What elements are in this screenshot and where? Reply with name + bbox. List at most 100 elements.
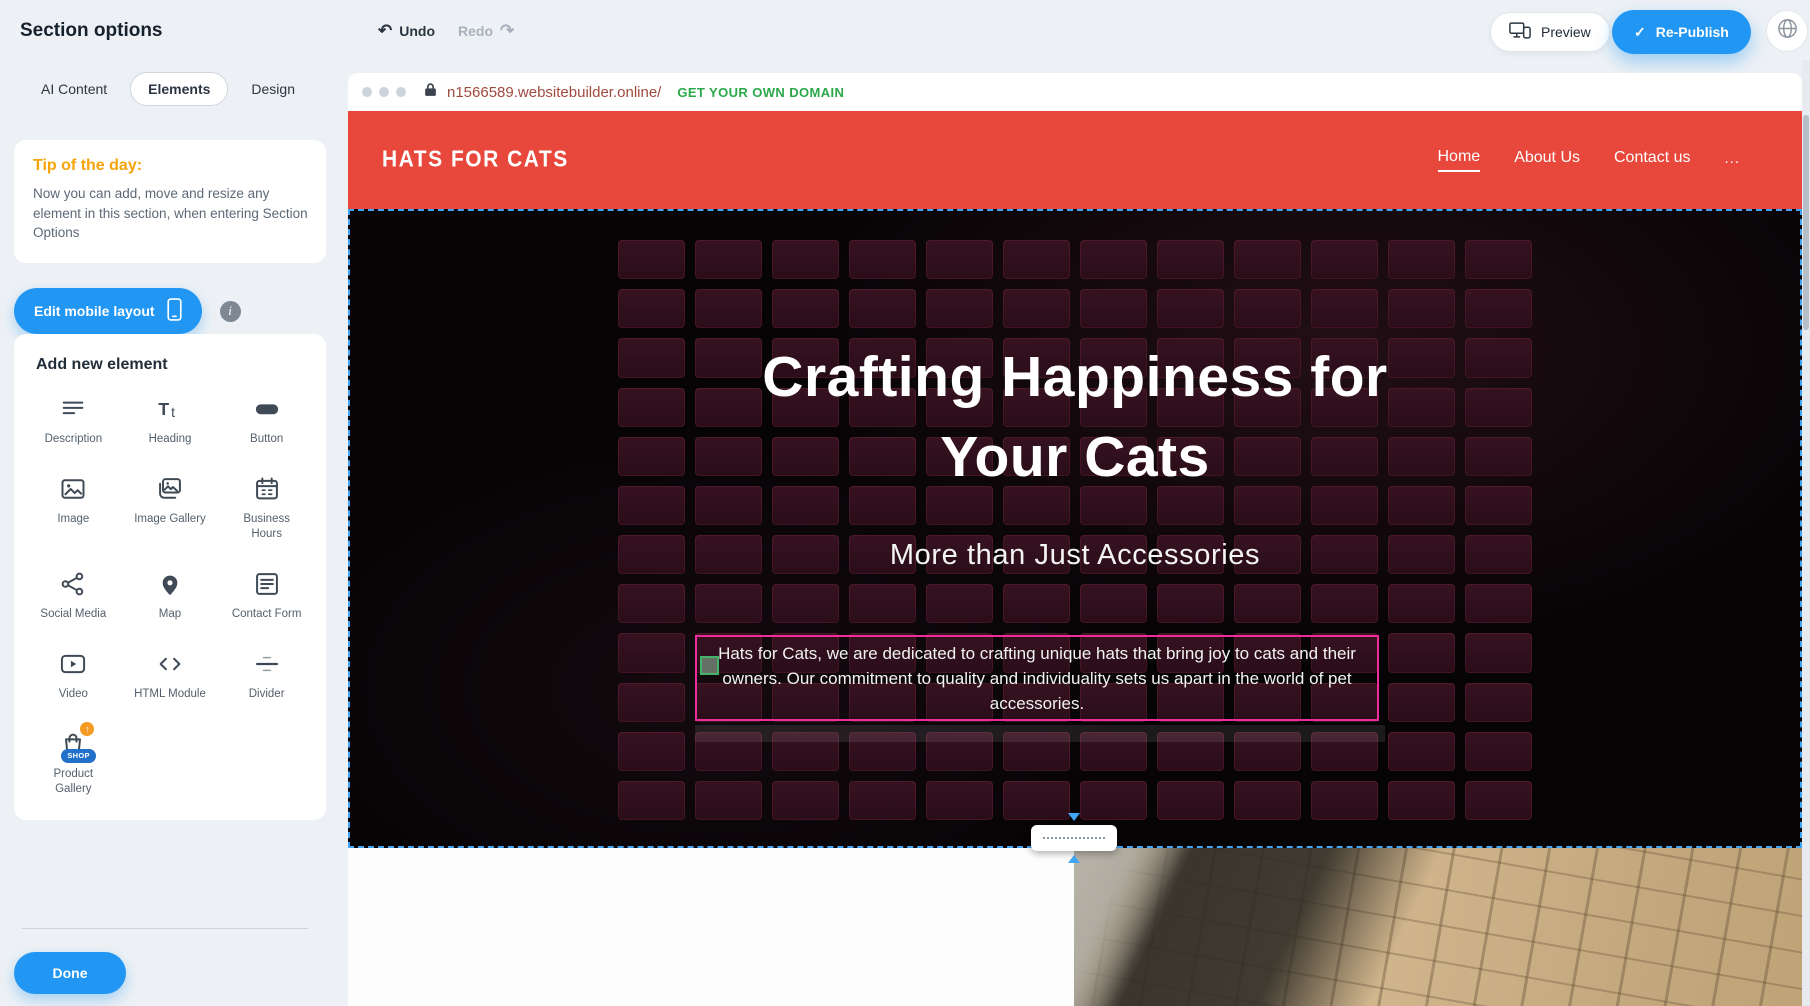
upgrade-arrow-badge: ↑: [80, 722, 94, 736]
site-logo[interactable]: Hats for Cats: [382, 147, 569, 174]
hero-tile: [1311, 781, 1378, 820]
hero-tile: [1465, 289, 1532, 328]
hero-tile: [1003, 240, 1070, 279]
site-url: n1566589.websitebuilder.online/: [447, 84, 661, 101]
hero-section[interactable]: Crafting Happiness for Your Cats More th…: [348, 209, 1802, 848]
hero-tile: [695, 781, 762, 820]
image-icon: [59, 474, 87, 504]
check-icon: ✓: [1634, 24, 1646, 41]
paragraph-element-selected[interactable]: Hats for Cats, we are dedicated to craft…: [695, 635, 1379, 721]
edit-mobile-label: Edit mobile layout: [34, 303, 155, 319]
hero-tile: [1311, 289, 1378, 328]
undo-button[interactable]: ↶ Undo: [378, 22, 435, 39]
hero-tile: [1234, 289, 1301, 328]
hero-tile: [695, 584, 762, 623]
browser-bar: n1566589.websitebuilder.online/ GET YOUR…: [348, 73, 1802, 111]
add-element-video[interactable]: Video: [28, 649, 119, 702]
tip-body: Now you can add, move and resize any ele…: [33, 184, 308, 243]
add-element-contact-form[interactable]: Contact Form: [221, 569, 312, 622]
tab-ai-content[interactable]: AI Content: [24, 73, 124, 105]
add-element-label: Description: [45, 432, 103, 447]
add-element-divider[interactable]: Divider: [221, 649, 312, 702]
hero-tile: [772, 781, 839, 820]
add-element-business-hours[interactable]: Business Hours: [221, 474, 312, 542]
hero-subheading[interactable]: More than Just Accessories: [348, 539, 1802, 572]
devices-icon: [1509, 22, 1531, 42]
hero-tile: [1465, 240, 1532, 279]
scrollbar-track[interactable]: [1802, 60, 1810, 1006]
hero-tile: [618, 240, 685, 279]
tab-design[interactable]: Design: [234, 73, 312, 105]
add-element-heading[interactable]: TtHeading: [125, 394, 216, 447]
nav-item-about-us[interactable]: About Us: [1514, 149, 1580, 171]
element-resize-handle[interactable]: [700, 656, 719, 675]
add-element-label: Map: [159, 607, 181, 622]
hero-heading-line1: Crafting Happiness for: [348, 337, 1802, 417]
add-element-html-module[interactable]: HTML Module: [125, 649, 216, 702]
next-section[interactable]: [348, 848, 1802, 1006]
hero-tile: [849, 289, 916, 328]
redo-button[interactable]: Redo ↷: [458, 22, 514, 39]
add-element-description[interactable]: Description: [28, 394, 119, 447]
hero-tile: [772, 240, 839, 279]
window-dots: [362, 87, 406, 97]
hero-tile: [1465, 683, 1532, 722]
hero-tile: [1003, 781, 1070, 820]
undo-icon: ↶: [378, 22, 392, 39]
product-gallery-icon: ↑SHOP: [59, 729, 87, 759]
add-element-image[interactable]: Image: [28, 474, 119, 542]
hero-tile: [1080, 781, 1147, 820]
video-icon: [59, 649, 87, 679]
info-icon[interactable]: i: [220, 301, 241, 322]
map-icon: [156, 569, 184, 599]
pavement-photo: [1074, 848, 1802, 1006]
republish-button[interactable]: ✓ Re-Publish: [1612, 10, 1751, 54]
get-your-own-domain-link[interactable]: GET YOUR OWN DOMAIN: [677, 85, 844, 100]
tab-elements[interactable]: Elements: [130, 72, 228, 106]
hero-tile: [1234, 584, 1301, 623]
element-grid: Description TtHeadingButton Image Image Gal…: [28, 394, 312, 797]
description-icon: [59, 394, 87, 424]
hero-tile: [1157, 781, 1224, 820]
hero-tile: [618, 633, 685, 672]
language-globe-button[interactable]: [1766, 10, 1808, 52]
hero-tile: [1003, 289, 1070, 328]
arrow-up-icon: [1068, 855, 1080, 863]
hero-tile: [772, 289, 839, 328]
edit-mobile-layout-button[interactable]: Edit mobile layout: [14, 288, 202, 334]
hero-tile: [1388, 732, 1455, 771]
add-element-button[interactable]: Button: [221, 394, 312, 447]
scrollbar-thumb[interactable]: [1803, 115, 1809, 330]
redo-icon: ↷: [500, 22, 514, 39]
add-element-label: Heading: [149, 432, 192, 447]
hero-tile: [1234, 240, 1301, 279]
add-element-map[interactable]: Map: [125, 569, 216, 622]
hero-tile: [1388, 683, 1455, 722]
section-height-resize-handle[interactable]: [1031, 825, 1117, 851]
add-element-label: Image: [57, 512, 89, 527]
nav-item-contact-us[interactable]: Contact us: [1614, 149, 1690, 171]
tip-of-the-day-card: Tip of the day: Now you can add, move an…: [14, 140, 326, 263]
nav-item-home[interactable]: Home: [1438, 148, 1481, 172]
shop-badge: SHOP: [61, 749, 95, 763]
add-element-label: HTML Module: [134, 687, 206, 702]
hero-tile: [1388, 633, 1455, 672]
hero-heading[interactable]: Crafting Happiness for Your Cats: [348, 337, 1802, 497]
arrow-down-icon: [1068, 813, 1080, 821]
add-element-social-media[interactable]: Social Media: [28, 569, 119, 622]
add-new-element-panel: Add new element DescriptionTtHeadingButt…: [14, 334, 326, 820]
redo-label: Redo: [458, 23, 493, 39]
add-element-product-gallery[interactable]: ↑SHOPProduct Gallery: [28, 729, 119, 797]
hero-tile: [1465, 584, 1532, 623]
hero-tile: [695, 289, 762, 328]
nav-item-more[interactable]: ...: [1724, 150, 1740, 171]
done-button[interactable]: Done: [14, 952, 126, 994]
add-element-image-gallery[interactable]: Image Gallery: [125, 474, 216, 542]
preview-button[interactable]: Preview: [1490, 12, 1610, 52]
button-icon: [253, 394, 281, 424]
next-section-blank: [348, 848, 1074, 1006]
hero-tile: [1080, 584, 1147, 623]
sidebar-divider: [22, 928, 308, 929]
add-element-label: Business Hours: [231, 512, 303, 542]
add-element-label: Divider: [249, 687, 285, 702]
